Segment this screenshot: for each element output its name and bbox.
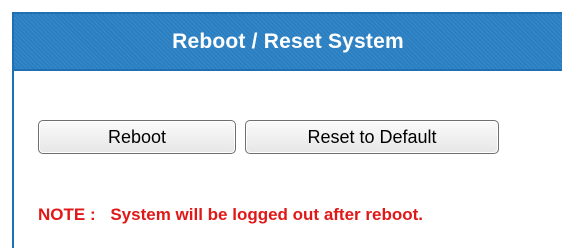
reset-to-default-button[interactable]: Reset to Default [245,120,499,154]
panel-title: Reboot / Reset System [172,29,404,53]
note-text: System will be logged out after reboot. [110,205,423,224]
reboot-button[interactable]: Reboot [38,120,236,154]
note-label: NOTE : [38,205,96,224]
panel-header: Reboot / Reset System [14,14,562,71]
reboot-reset-panel: Reboot / Reset System Reboot Reset to De… [12,12,562,248]
reboot-note: NOTE : System will be logged out after r… [38,205,423,225]
